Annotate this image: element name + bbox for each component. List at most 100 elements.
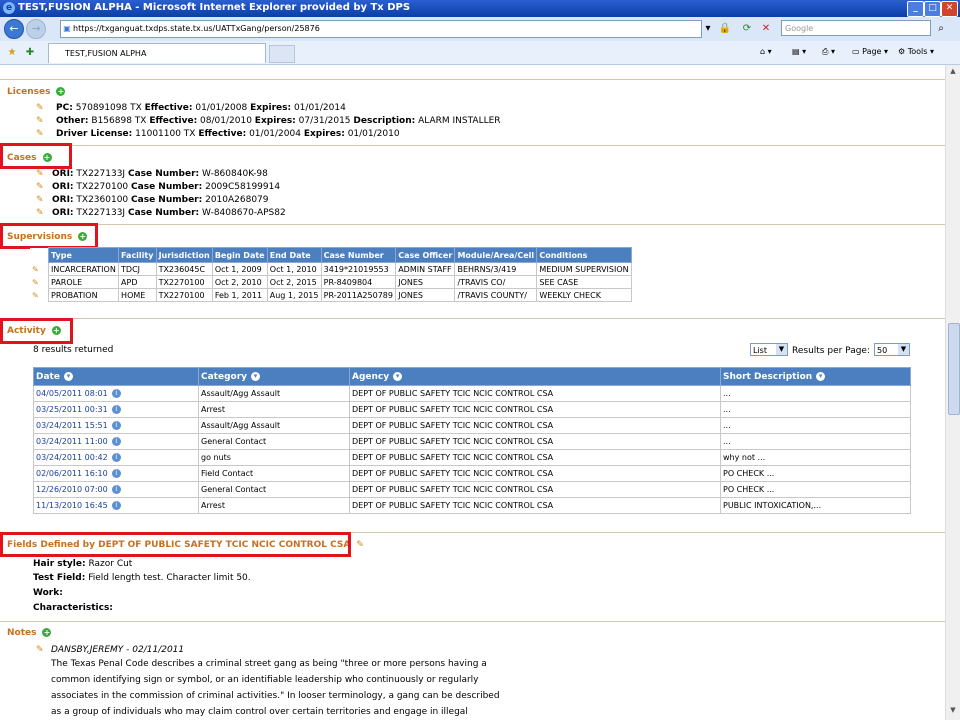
license-row: Other: B156898 TX Effective: 08/01/2010 … <box>56 116 501 126</box>
table-cell: PR-2011A250789 <box>320 288 397 302</box>
date-link[interactable]: 02/06/2011 16:10 <box>36 469 108 478</box>
ori-label: ORI: <box>52 182 74 192</box>
date-cell[interactable]: 03/24/2011 11:00 i <box>33 433 199 450</box>
edit-pencil-icon[interactable]: ✎ <box>30 289 49 302</box>
table-cell: DEPT OF PUBLIC SAFETY TCIC NCIC CONTROL … <box>349 417 721 434</box>
date-cell[interactable]: 03/24/2011 00:42 i <box>33 449 199 466</box>
license-value: 01/01/2008 <box>195 103 248 113</box>
scroll-down-icon[interactable]: ▼ <box>948 706 958 716</box>
field-row: Test Field: Field length test. Character… <box>33 573 251 583</box>
tools-menu[interactable]: ⚙ Tools ▾ <box>898 46 934 58</box>
table-cell: /TRAVIS COUNTY/ <box>454 288 538 302</box>
sort-icon[interactable]: ▾ <box>393 371 403 381</box>
table-row[interactable]: 03/24/2011 15:51 i Assault/Agg Assault DEPT… <box>33 417 911 434</box>
view-mode-select[interactable]: List ▼ <box>750 343 788 356</box>
edit-pencil-icon[interactable]: ✎ <box>36 103 46 113</box>
edit-pencil-icon[interactable]: ✎ <box>36 208 46 218</box>
new-tab-button[interactable] <box>269 45 295 63</box>
case-row: ORI: TX227133J Case Number: W-860840K-98 <box>52 169 268 179</box>
edit-pencil-icon[interactable]: ✎ <box>36 182 46 192</box>
results-count: 8 results returned <box>33 345 114 355</box>
info-icon[interactable]: i <box>111 485 121 494</box>
sort-icon[interactable]: ▾ <box>63 371 73 381</box>
minimize-button[interactable]: _ <box>907 1 924 17</box>
info-icon[interactable]: i <box>111 469 121 478</box>
date-link[interactable]: 03/24/2011 00:42 <box>36 453 108 462</box>
sort-icon[interactable]: ▾ <box>251 371 261 381</box>
info-icon[interactable]: i <box>111 421 121 430</box>
search-icon[interactable]: ⌕ <box>933 21 949 36</box>
table-cell: PO CHECK ... <box>720 465 911 482</box>
back-button[interactable]: ← <box>4 19 24 39</box>
add-license-icon[interactable]: + <box>56 87 66 96</box>
date-cell[interactable]: 11/13/2010 16:45 i <box>33 497 199 514</box>
maximize-button[interactable]: □ <box>924 1 941 17</box>
table-row[interactable]: 04/05/2011 08:01 i Assault/Agg Assault DEPT… <box>33 385 911 402</box>
date-link[interactable]: 11/13/2010 16:45 <box>36 501 108 510</box>
edit-pencil-icon[interactable]: ✎ <box>36 116 46 126</box>
column-header-date[interactable]: Date ▾ <box>33 367 199 386</box>
edit-pencil-icon[interactable]: ✎ <box>36 645 46 655</box>
table-cell: General Contact <box>198 481 350 498</box>
table-row[interactable]: 03/24/2011 11:00 i General Contact DEPT OF … <box>33 433 911 450</box>
results-per-page-select[interactable]: 50 ▼ <box>874 343 910 356</box>
edit-pencil-icon[interactable]: ✎ <box>36 169 46 179</box>
date-link[interactable]: 12/26/2010 07:00 <box>36 485 108 494</box>
scroll-up-icon[interactable]: ▲ <box>948 67 958 77</box>
info-icon[interactable]: i <box>111 405 121 414</box>
table-cell: PR-8409804 <box>320 275 397 289</box>
date-link[interactable]: 03/24/2011 11:00 <box>36 437 108 446</box>
close-button[interactable]: ✕ <box>941 1 958 17</box>
table-row[interactable]: 12/26/2010 07:00 i General Contact DEPT OF … <box>33 481 911 498</box>
column-header-short-description[interactable]: Short Description ▾ <box>720 367 911 386</box>
refresh-icon[interactable]: ⟳ <box>739 21 755 36</box>
column-header-agency[interactable]: Agency ▾ <box>349 367 721 386</box>
add-note-icon[interactable]: + <box>42 628 52 637</box>
url-text: https://txganguat.txdps.state.tx.us/UATT… <box>73 24 320 33</box>
tab-current[interactable]: TEST,FUSION ALPHA <box>48 43 266 63</box>
table-row[interactable]: 11/13/2010 16:45 i Arrest DEPT OF PUBLIC SA… <box>33 497 911 514</box>
stop-icon[interactable]: ✕ <box>758 21 774 36</box>
edit-pencil-icon[interactable]: ✎ <box>36 195 46 205</box>
scrollbar-thumb[interactable] <box>948 323 960 415</box>
search-input[interactable]: Google <box>781 20 931 36</box>
info-icon[interactable]: i <box>111 501 121 510</box>
page-menu[interactable]: ▭ Page ▾ <box>852 46 888 58</box>
table-cell: Oct 1, 2009 <box>211 262 268 276</box>
edit-pencil-icon[interactable]: ✎ <box>30 276 49 289</box>
info-icon[interactable]: i <box>111 437 121 446</box>
table-cell: SEE CASE <box>536 275 632 289</box>
date-cell[interactable]: 12/26/2010 07:00 i <box>33 481 199 498</box>
address-field[interactable]: ▣ https://txganguat.txdps.state.tx.us/UAT… <box>60 20 702 38</box>
edit-pencil-icon[interactable]: ✎ <box>36 129 46 139</box>
table-row[interactable]: 03/25/2011 00:31 i Arrest DEPT OF PUBLIC SA… <box>33 401 911 418</box>
license-key: Effective: <box>149 116 198 126</box>
date-link[interactable]: 04/05/2011 08:01 <box>36 389 108 398</box>
sort-icon[interactable]: ▾ <box>816 371 826 381</box>
table-cell: Aug 1, 2015 <box>266 288 322 302</box>
column-header-category[interactable]: Category ▾ <box>198 367 350 386</box>
feeds-icon[interactable]: ▤ ▾ <box>792 46 806 58</box>
home-icon[interactable]: ⌂ ▾ <box>760 46 772 58</box>
print-icon[interactable]: ⎙ ▾ <box>822 46 835 58</box>
date-cell[interactable]: 03/25/2011 00:31 i <box>33 401 199 418</box>
date-link[interactable]: 03/24/2011 15:51 <box>36 421 108 430</box>
date-cell[interactable]: 03/24/2011 15:51 i <box>33 417 199 434</box>
vertical-scrollbar[interactable]: ▲ ▼ <box>945 65 960 720</box>
edit-pencil-icon[interactable]: ✎ <box>30 263 49 276</box>
table-row[interactable]: 03/24/2011 00:42 i go nuts DEPT OF PUBLIC S… <box>33 449 911 466</box>
date-link[interactable]: 03/25/2011 00:31 <box>36 405 108 414</box>
favorites-star-icon[interactable]: ★ <box>4 45 20 60</box>
forward-button[interactable]: → <box>26 19 46 39</box>
info-icon[interactable]: i <box>111 453 121 462</box>
lock-icon[interactable]: 🔒 <box>717 21 733 36</box>
add-favorites-icon[interactable]: ✚ <box>22 45 38 60</box>
table-row[interactable]: 02/06/2011 16:10 i Field Contact DEPT OF PU… <box>33 465 911 482</box>
edit-pencil-icon[interactable]: ✎ <box>356 540 364 550</box>
table-cell: DEPT OF PUBLIC SAFETY TCIC NCIC CONTROL … <box>349 401 721 418</box>
date-cell[interactable]: 04/05/2011 08:01 i <box>33 385 199 402</box>
date-cell[interactable]: 02/06/2011 16:10 i <box>33 465 199 482</box>
info-icon[interactable]: i <box>111 389 121 398</box>
dropdown-arrow-icon[interactable]: ▾ <box>700 21 716 36</box>
table-cell: APD <box>118 275 157 289</box>
